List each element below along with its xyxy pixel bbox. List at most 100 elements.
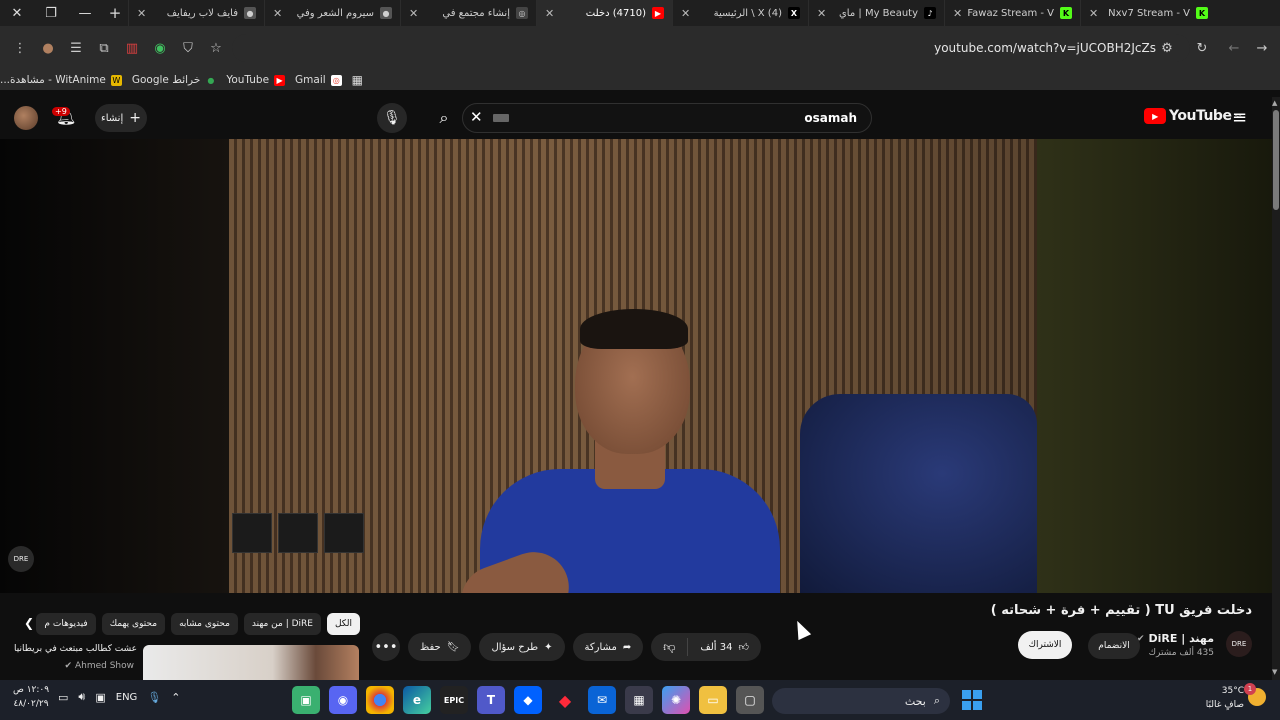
tab-item[interactable]: ● فايف لاب ريفايف ✕ bbox=[128, 0, 264, 26]
file-explorer-icon[interactable]: ▭ bbox=[699, 686, 727, 714]
forward-icon[interactable]: ← bbox=[1220, 34, 1248, 62]
clear-search-icon[interactable]: ✕ bbox=[470, 108, 483, 126]
apps-grid-icon[interactable]: ▦ bbox=[352, 73, 363, 87]
window-app-icon[interactable]: ▢ bbox=[736, 686, 764, 714]
hamburger-menu-icon[interactable]: ≡ bbox=[1232, 107, 1247, 128]
display-icon[interactable]: ▣ bbox=[95, 691, 105, 704]
extension-green-icon[interactable]: ◉ bbox=[146, 34, 174, 62]
dislike-button[interactable]: 👎︎ bbox=[651, 640, 687, 655]
extensions-icon[interactable]: ⧉ bbox=[90, 34, 118, 62]
mic-tray-icon[interactable]: 🎙︎ bbox=[147, 691, 161, 704]
video-player[interactable] bbox=[0, 139, 1272, 593]
epic-games-icon[interactable]: EPIC bbox=[440, 686, 468, 714]
tray-chevron-icon[interactable]: ⌃ bbox=[171, 691, 180, 704]
youtube-logo[interactable]: ▶ YouTube SA bbox=[1144, 108, 1242, 124]
copilot-icon[interactable]: ✺ bbox=[662, 686, 690, 714]
close-tab-icon[interactable]: ✕ bbox=[409, 7, 418, 20]
profile-avatar-icon[interactable]: ● bbox=[34, 34, 62, 62]
chip-channel[interactable]: من مهند | DiRE bbox=[243, 613, 321, 635]
bookmark-label: خرائط Google bbox=[131, 74, 201, 86]
save-button[interactable]: 🔖︎ حفظ bbox=[408, 633, 472, 661]
recommendation-title[interactable]: عشت كطالب مبتعث في بريطانيا bbox=[14, 644, 137, 654]
video-pillow bbox=[800, 394, 1037, 593]
edge-icon[interactable]: e bbox=[403, 686, 431, 714]
red-diamond-icon[interactable]: ◆ bbox=[551, 686, 579, 714]
shield-icon[interactable]: ⛉ bbox=[174, 34, 202, 62]
back-icon[interactable]: → bbox=[1248, 34, 1276, 62]
close-tab-icon[interactable]: ✕ bbox=[545, 7, 554, 20]
minimize-window-icon[interactable]: — bbox=[68, 0, 102, 26]
new-tab-button[interactable]: + bbox=[102, 0, 128, 26]
tab-item[interactable]: X (4) X \ الرئيسية ✕ bbox=[672, 0, 808, 26]
bookmark-label: YouTube bbox=[226, 74, 270, 86]
reload-icon[interactable]: ↻ bbox=[1188, 34, 1216, 62]
voice-search-icon[interactable]: 🎙︎ bbox=[377, 103, 407, 133]
bookmark-maps[interactable]: ● خرائط Google bbox=[132, 74, 216, 86]
bookmark-witanime[interactable]: W WitAnime - مشاهدة... bbox=[0, 74, 122, 86]
tab-item[interactable]: K Fawaz Stream - V ✕ bbox=[944, 0, 1080, 26]
plus-icon: + bbox=[129, 110, 141, 126]
chip-similar[interactable]: محتوى مشابه bbox=[171, 613, 238, 635]
more-actions-icon[interactable]: ••• bbox=[372, 633, 400, 661]
chip-videos[interactable]: فيديوهات م bbox=[36, 613, 96, 635]
channel-watermark[interactable]: DRE bbox=[8, 546, 34, 572]
taskbar-search[interactable]: بحث ⌕ bbox=[772, 688, 950, 714]
close-tab-icon[interactable]: ✕ bbox=[273, 7, 282, 20]
video-actions: 👍︎ 34 ألف 👎︎ ➦ مشاركة ✦ طرح سؤال 🔖︎ حفظ ••• bbox=[372, 633, 761, 661]
tab-label: سيروم الشعر وفي bbox=[296, 7, 374, 19]
reading-list-icon[interactable]: ☰ bbox=[62, 34, 90, 62]
battery-icon[interactable]: ▭ bbox=[58, 691, 68, 704]
extension-icon[interactable]: ▥ bbox=[118, 34, 146, 62]
store-icon[interactable]: ▦ bbox=[625, 686, 653, 714]
close-tab-icon[interactable]: ✕ bbox=[681, 7, 690, 20]
search-input[interactable]: osamah bbox=[462, 103, 872, 133]
channel-avatar[interactable]: DRE bbox=[1226, 631, 1252, 657]
teams-icon[interactable]: T bbox=[477, 686, 505, 714]
weather-widget[interactable]: 35°C صافٍ غالبًا bbox=[1204, 684, 1244, 712]
bookmark-gmail[interactable]: ◎ Gmail bbox=[295, 74, 342, 86]
recommendation-thumbnail[interactable] bbox=[143, 645, 359, 681]
chrome-icon[interactable] bbox=[366, 686, 394, 714]
join-button[interactable]: الانضمام bbox=[1088, 633, 1140, 659]
bookmark-star-icon[interactable]: ☆ bbox=[202, 34, 230, 62]
menu-dots-icon[interactable]: ⋮ bbox=[6, 34, 34, 62]
windows-start-icon[interactable] bbox=[960, 688, 984, 712]
close-window-icon[interactable]: ✕ bbox=[0, 0, 34, 26]
close-tab-icon[interactable]: ✕ bbox=[1089, 7, 1098, 20]
close-tab-icon[interactable]: ✕ bbox=[817, 7, 826, 20]
user-avatar[interactable] bbox=[14, 106, 38, 130]
tab-item[interactable]: K Nxv7 Stream - V ✕ bbox=[1080, 0, 1216, 26]
create-button[interactable]: إنشاء + bbox=[95, 104, 147, 132]
bookmark-youtube[interactable]: ▶ YouTube bbox=[226, 74, 286, 86]
close-tab-icon[interactable]: ✕ bbox=[137, 7, 146, 20]
discord-icon[interactable]: ◉ bbox=[329, 686, 357, 714]
tab-item[interactable]: ◎ إنشاء مجتمع في ✕ bbox=[400, 0, 536, 26]
chip-for-you[interactable]: محتوى يهمك bbox=[101, 613, 166, 635]
scrollbar-thumb[interactable] bbox=[1273, 110, 1279, 210]
tab-item[interactable]: ● سيروم الشعر وفي ✕ bbox=[264, 0, 400, 26]
address-bar[interactable]: youtube.com/watch?v=jUCOBH2JcZs bbox=[232, 34, 1190, 62]
ask-button[interactable]: ✦ طرح سؤال bbox=[479, 633, 565, 661]
search-icon[interactable]: ⌕ bbox=[426, 103, 462, 133]
share-button[interactable]: ➦ مشاركة bbox=[572, 633, 644, 661]
thumbs-up-icon: 👍︎ bbox=[738, 642, 749, 653]
scroll-down-icon[interactable]: ▼ bbox=[1272, 668, 1277, 676]
volume-icon[interactable]: 🔊︎ bbox=[78, 690, 85, 704]
scroll-up-icon[interactable]: ▲ bbox=[1272, 99, 1277, 107]
outlook-icon[interactable]: ✉ bbox=[588, 686, 616, 714]
language-indicator[interactable]: ENG bbox=[116, 692, 138, 703]
subscribe-button[interactable]: الاشتراك bbox=[1018, 631, 1072, 659]
chip-all[interactable]: الكل bbox=[326, 613, 360, 635]
app-icon[interactable]: ▣ bbox=[292, 686, 320, 714]
keyboard-icon[interactable] bbox=[493, 114, 509, 122]
chevron-left-icon[interactable]: ❮ bbox=[24, 616, 34, 630]
tab-item[interactable]: ♪ My Beauty | ماي ✕ bbox=[808, 0, 944, 26]
tab-item-active[interactable]: ▶ (4710) دخلت ✕ bbox=[536, 0, 672, 26]
close-tab-icon[interactable]: ✕ bbox=[953, 7, 962, 20]
restore-window-icon[interactable]: ❐ bbox=[34, 0, 68, 26]
dropbox-icon[interactable]: ◆ bbox=[514, 686, 542, 714]
clock[interactable]: ١٢:٠٩ ص ٤٨/٠٢/٢٩ bbox=[8, 683, 54, 711]
channel-name[interactable]: مهند | DiRE ✔ bbox=[1137, 632, 1214, 645]
site-settings-icon[interactable]: ⚙ bbox=[1153, 34, 1181, 62]
like-button[interactable]: 👍︎ 34 ألف bbox=[687, 638, 761, 656]
